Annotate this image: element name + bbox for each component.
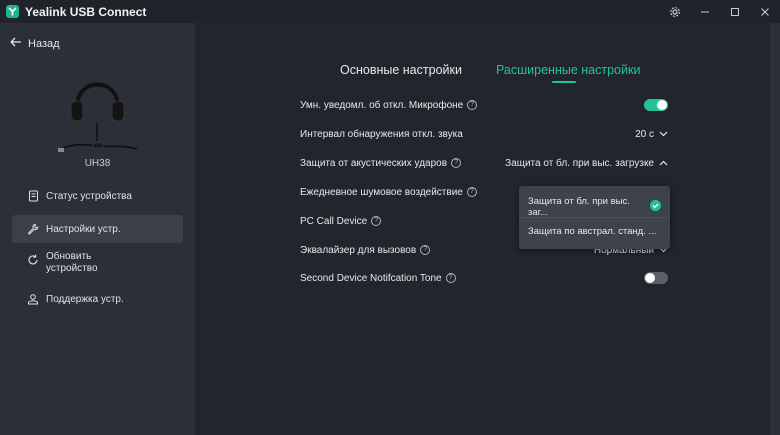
help-icon[interactable]: ? xyxy=(466,187,477,197)
tab-basic-settings[interactable]: Основные настройки xyxy=(340,63,462,77)
sidebar-item-device-settings[interactable]: Настройки устр. xyxy=(12,215,183,243)
help-icon[interactable]: ? xyxy=(371,216,382,226)
dropdown-option-selected[interactable]: Защита от бл. при выс. заг... xyxy=(528,196,661,218)
select-value: Защита от бл. при выс. загрузке xyxy=(505,157,654,169)
setting-label: Умн. уведомл. об откл. Микрофоне xyxy=(300,99,464,111)
settings-gear-icon[interactable] xyxy=(660,0,690,23)
setting-second-device-tone: Second Device Notifcation Tone? xyxy=(300,269,668,287)
chevron-up-icon xyxy=(659,158,668,169)
check-circle-icon xyxy=(650,200,661,214)
support-icon xyxy=(26,292,40,306)
acoustic-shock-select[interactable]: Защита от бл. при выс. загрузке xyxy=(505,158,668,169)
dropdown-option-label: Защита от бл. при выс. заг... xyxy=(528,196,630,218)
select-value: 20 с xyxy=(635,128,654,140)
sidebar-item-label: Настройки устр. xyxy=(46,223,121,235)
settings-panel: Основные настройки Расширенные настройки… xyxy=(195,23,770,435)
help-icon[interactable]: ? xyxy=(445,273,456,283)
minimize-button[interactable] xyxy=(690,0,720,23)
refresh-icon xyxy=(26,253,40,267)
maximize-button[interactable] xyxy=(720,0,750,23)
active-tab-indicator xyxy=(552,81,576,83)
help-icon[interactable]: ? xyxy=(420,245,431,255)
back-label: Назад xyxy=(28,37,60,50)
mic-notify-toggle[interactable] xyxy=(644,99,668,111)
title-bar: Yealink USB Connect xyxy=(0,0,780,23)
setting-label: PC Call Device xyxy=(300,215,368,227)
tab-advanced-settings[interactable]: Расширенные настройки xyxy=(496,63,640,77)
app-logo-icon xyxy=(6,5,19,18)
setting-silence-interval: Интервал обнаружения откл. звука 20 с xyxy=(300,125,668,143)
document-icon xyxy=(26,189,40,203)
second-device-tone-toggle[interactable] xyxy=(644,272,668,284)
sidebar: Назад UH38 Статус устройства Настройки у… xyxy=(0,23,195,435)
sidebar-item-label: Обновить устройство xyxy=(46,251,98,274)
setting-label: Ежедневное шумовое воздействие xyxy=(300,186,463,198)
arrow-left-icon xyxy=(10,37,22,50)
close-button[interactable] xyxy=(750,0,780,23)
sidebar-item-label: Поддержка устр. xyxy=(46,293,124,305)
setting-label: Second Device Notifcation Tone xyxy=(300,272,442,284)
help-icon[interactable]: ? xyxy=(451,158,462,168)
back-button[interactable]: Назад xyxy=(10,37,60,50)
dropdown-divider xyxy=(519,217,670,218)
scrollbar-track[interactable] xyxy=(770,23,780,435)
app-title: Yealink USB Connect xyxy=(25,4,147,19)
sidebar-item-label: Статус устройства xyxy=(46,190,132,202)
setting-label: Защита от акустических ударов xyxy=(300,157,448,169)
acoustic-shock-dropdown: Защита от бл. при выс. заг... Защита по … xyxy=(519,186,670,249)
wrench-icon xyxy=(26,222,40,236)
setting-label: Интервал обнаружения откл. звука xyxy=(300,128,463,140)
sidebar-item-support[interactable]: Поддержка устр. xyxy=(12,288,183,310)
setting-label: Эквалайзер для вызовов xyxy=(300,244,417,256)
silence-interval-select[interactable]: 20 с xyxy=(635,129,668,140)
chevron-down-icon xyxy=(659,129,668,140)
sidebar-item-update-device[interactable]: Обновить устройство xyxy=(12,251,183,277)
help-icon[interactable]: ? xyxy=(467,100,478,110)
dropdown-option-label: Защита по австрал. станд. ... xyxy=(528,226,657,237)
sidebar-item-device-status[interactable]: Статус устройства xyxy=(12,185,183,207)
dropdown-option[interactable]: Защита по австрал. станд. ... xyxy=(528,226,661,237)
device-name: UH38 xyxy=(84,158,111,169)
setting-acoustic-shock: Защита от акустических ударов? Защита от… xyxy=(300,154,668,172)
headset-image xyxy=(58,82,138,152)
setting-mic-notify: Умн. уведомл. об откл. Микрофоне? xyxy=(300,96,668,114)
